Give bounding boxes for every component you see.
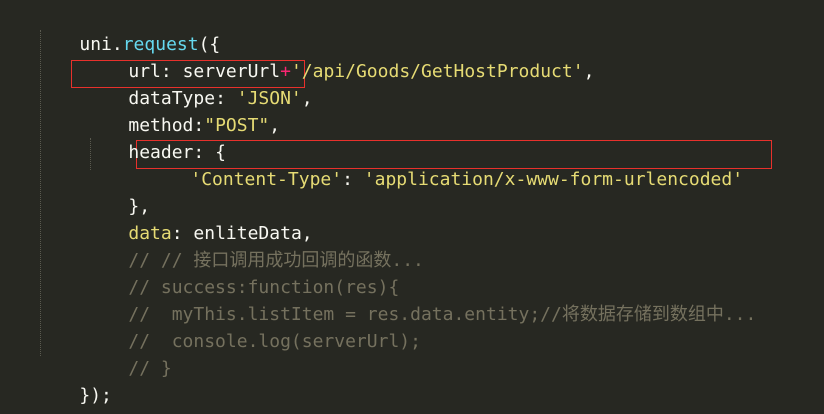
code-token: 'Content-Type' bbox=[190, 169, 343, 190]
code-token: , bbox=[301, 88, 313, 109]
code-token: 'application/x-www-form-urlencoded' bbox=[363, 169, 744, 190]
code-line-13: // } bbox=[85, 328, 171, 379]
code-token: , bbox=[583, 61, 595, 82]
code-line-5: header: { bbox=[85, 112, 226, 163]
code-line-7: }, bbox=[85, 166, 150, 217]
code-line-9: // // 接口调用成功回调的函数... bbox=[85, 220, 424, 271]
code-token: , bbox=[269, 115, 281, 136]
code-comment: // console.log(serverUrl); bbox=[128, 331, 421, 352]
code-line-2: url: serverUrl+'/api/Goods/GetHostProduc… bbox=[85, 31, 594, 82]
code-token: : bbox=[342, 169, 364, 190]
code-line-8: data: enliteData, bbox=[85, 193, 312, 244]
code-line-1: uni.request({ bbox=[36, 4, 220, 55]
code-line-6: 'Content-Type': 'application/x-www-form-… bbox=[147, 139, 743, 190]
code-editor[interactable]: uni.request({ url: serverUrl+'/api/Goods… bbox=[0, 0, 824, 414]
code-line-12: // console.log(serverUrl); bbox=[85, 301, 421, 352]
code-line-3: dataType: 'JSON', bbox=[85, 58, 312, 109]
code-line-4: method:"POST", bbox=[85, 85, 280, 136]
code-line-10: // success:function(res){ bbox=[85, 247, 399, 298]
code-line-11: // myThis.listItem = res.data.entity;//将… bbox=[85, 274, 756, 325]
code-comment: // } bbox=[128, 358, 172, 379]
code-line-14: }); bbox=[36, 355, 112, 406]
code-token: '/api/Goods/GetHostProduct' bbox=[290, 61, 584, 82]
code-line-15: debugger; bbox=[36, 382, 177, 414]
